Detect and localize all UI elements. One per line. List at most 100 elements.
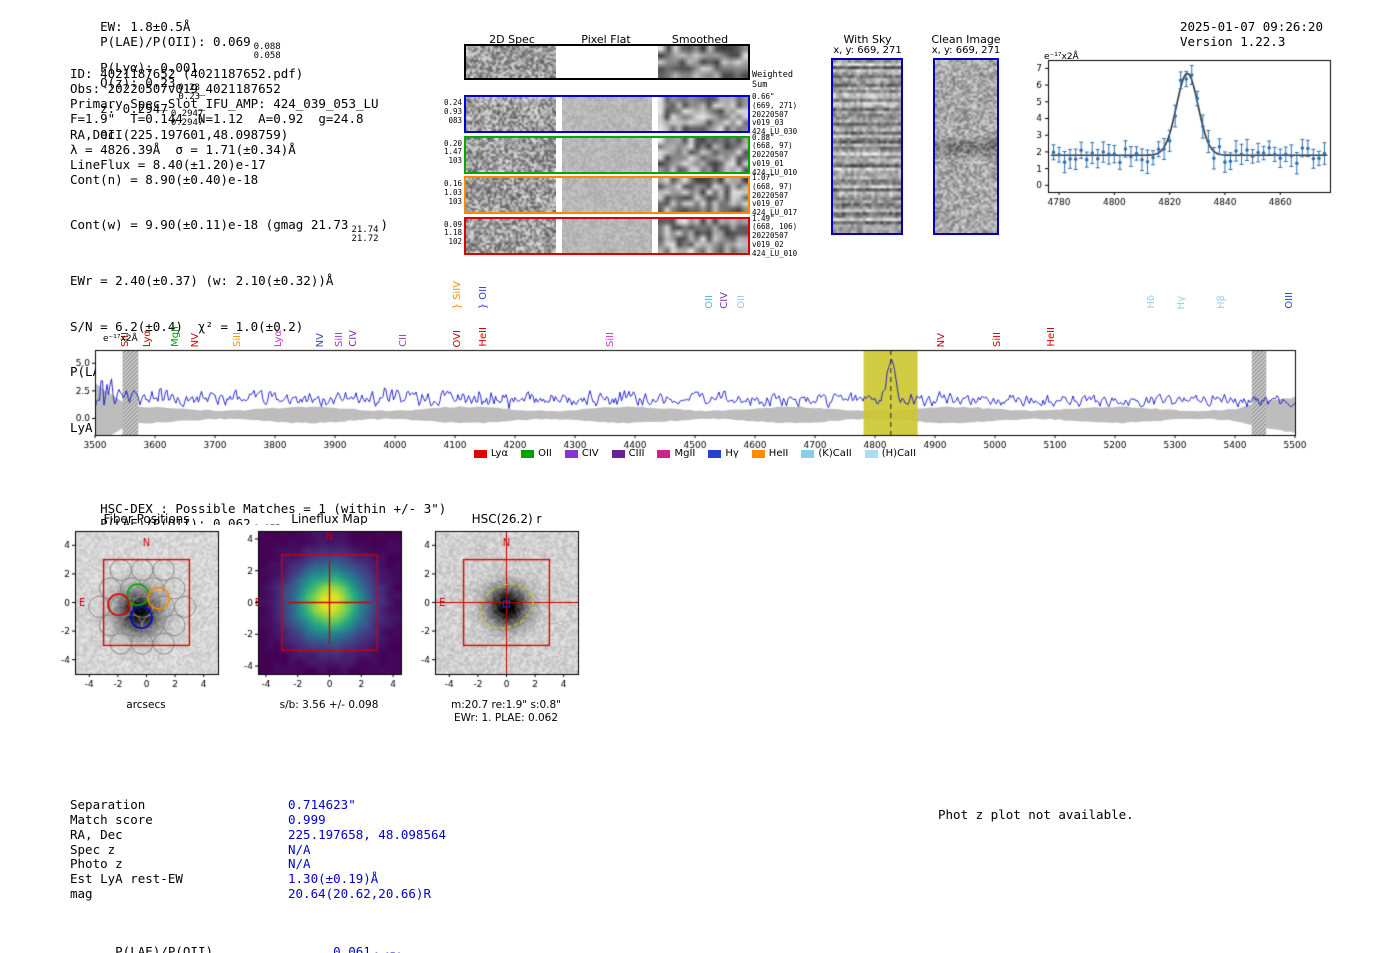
report-datetime: 2025-01-07 09:26:20 — [1180, 19, 1323, 34]
fiber-row-weights: 0.09 1.18 102 — [443, 219, 462, 247]
table-row-label: Spec z — [70, 841, 116, 857]
spectral-line-label: OII — [735, 295, 747, 309]
fiber-2dspec-image — [466, 178, 556, 212]
fiber-2dspec-image — [466, 218, 556, 253]
legend-label: OII — [538, 448, 552, 459]
legend-item: Lyα — [473, 448, 509, 459]
table-row: Match score 0.999 — [70, 812, 446, 828]
hsc-caption-2: EWr: 1. PLAE: 0.062 — [453, 712, 559, 724]
info-line: F=1.9" T=0.144 N=1.12 A=0.92 g=24.8 — [70, 111, 364, 127]
table-row-label: Est LyA rest-EW — [70, 870, 183, 886]
legend-swatch — [801, 449, 815, 458]
table-row-value: N/A — [288, 841, 311, 857]
info-line: LineFlux = 8.40(±1.20)e-17 — [70, 156, 266, 172]
fiber-pixelflat-image — [562, 218, 652, 253]
spectral-line-label: OIII — [1284, 292, 1296, 309]
table-row-value: 0.999 — [288, 812, 326, 828]
spectral-line-label: Hγ — [1176, 295, 1188, 309]
fiber-cutout-row — [464, 176, 750, 214]
legend-swatch — [473, 449, 487, 458]
lineflux-caption: s/b: 3.56 +/- 0.098 — [279, 699, 379, 711]
fiber-smoothed-image — [658, 97, 748, 131]
table-row-label: Match score — [70, 812, 153, 828]
hsc-image-title: HSC(26.2) r — [471, 512, 542, 526]
fiber-positions-plot — [45, 525, 225, 695]
fiber-2dspec-image — [466, 97, 556, 131]
hsc-image-plot — [405, 525, 585, 695]
table-row-value: 1.30(±0.19)Å — [288, 870, 379, 886]
legend-swatch — [751, 449, 765, 458]
info-line: ID: 4021187652 (4021187652.pdf) — [70, 66, 304, 82]
legend-swatch — [521, 449, 535, 458]
table-row: Est LyA rest-EW 1.30(±0.19)Å — [70, 870, 446, 887]
fullspec-plot — [60, 335, 1320, 453]
info-line: λ = 4826.39Å σ = 1.71(±0.34)Å — [70, 141, 296, 157]
spectral-line-label: CIV — [719, 292, 730, 309]
legend-label: (H)CaII — [881, 448, 917, 459]
table-row-value: 225.197658, 48.098564 — [288, 826, 447, 842]
fiber-row-annotation: 0.66" (669, 271) 20220507 v019_03 424_LU_030 — [752, 92, 798, 137]
fiber-row-weights: 0.24 0.93 083 — [443, 98, 462, 125]
legend-swatch — [611, 449, 625, 458]
weighted-pixelflat-image — [562, 46, 652, 78]
elixer-report-page: EW: 1.8±0.5Å P(LAE)/P(OII): 0.069 0.088 0.… — [0, 0, 1400, 953]
legend-item: OII — [521, 448, 552, 459]
legend-label: Lyα — [490, 448, 509, 459]
table-row-value: 20.64(20.62,20.66)R — [288, 885, 431, 901]
table-row: Photo z N/A — [70, 856, 446, 872]
legend-swatch — [708, 449, 722, 458]
legend-item: MgII — [657, 448, 695, 459]
ewr-line: EWr = 2.40(±0.37) (w: 2.10(±0.32))Å — [70, 273, 334, 289]
fiber-cutout-row — [464, 95, 750, 133]
table-row-plae: P(LAE)/P(OII) 0.0610.0740.051 — [70, 931, 446, 953]
weighted-sum-row — [464, 44, 750, 80]
legend-label: HeII — [768, 448, 789, 459]
legend-swatch — [564, 449, 578, 458]
hsc-caption-1: m:20.7 re:1.9" s:0.8" — [451, 699, 561, 711]
fiber-smoothed-image — [658, 178, 748, 212]
lineflux-map-plot — [228, 525, 408, 695]
legend-item: HeII — [751, 448, 789, 459]
catalog-match-table: Separation 0.714623" Match score 0.999 RA, D… — [70, 769, 446, 953]
plae-row-value: 0.0610.0740.051 — [333, 944, 371, 953]
spectral-line-label: Hδ — [1146, 295, 1158, 309]
fiber-row-annotation: 0.88" (668, 97) 20220507 v019_01 424_LU_010 — [752, 132, 798, 177]
fiber-row-annotation: 1.49" (668, 106) 20220507 v019_02 424_LU_010 — [752, 213, 798, 258]
spectral-line-label: } OII — [477, 285, 489, 309]
fiber-row-annotation: 1.07" (668, 97) 20220507 v019_07 424_LU_017 — [752, 173, 798, 218]
fiber-pixelflat-image — [562, 97, 652, 131]
plae-row-label: P(LAE)/P(OII) — [115, 944, 213, 953]
legend-label: Hγ — [725, 448, 739, 459]
fiber-2dspec-image — [466, 137, 556, 172]
table-row-label: Separation — [70, 797, 146, 813]
info-line: Primary Spec_Slot_IFU_AMP: 424_039_053_L… — [70, 96, 379, 112]
table-row-label: mag — [70, 885, 93, 901]
fiber-row-weights: 0.16 1.03 103 — [443, 179, 462, 206]
spectral-line-label: OII — [704, 295, 715, 309]
table-row-value: 0.714623" — [288, 797, 356, 813]
fiber-smoothed-image — [658, 137, 748, 172]
detection-info-lines: ID: 4021187652 (4021187652.pdf) Obs: 2022… — [70, 66, 388, 187]
legend-item: CIV — [564, 448, 599, 459]
table-row: RA, Dec 225.197658, 48.098564 — [70, 826, 447, 843]
legend-swatch — [864, 449, 878, 458]
legend-label: MgII — [674, 448, 696, 459]
table-row-label: Photo z — [70, 856, 123, 872]
fiber-cutout-row — [464, 135, 750, 174]
fiber-smoothed-image — [658, 218, 748, 253]
legend-label: (K)CaII — [818, 448, 852, 459]
weighted-smoothed-image — [658, 46, 748, 78]
fiber-cutout-row — [464, 216, 750, 255]
info-line: Obs: 20220507v019_4021187652 — [70, 81, 281, 97]
spectral-line-label: } SiIV — [452, 280, 463, 309]
contw-line: Cont(w) = 9.90(±0.11)e-18 (gmag 21.73 21.… — [70, 217, 389, 244]
photz-note: Phot z plot not available. — [938, 807, 1134, 822]
linefit-plot — [1010, 50, 1340, 220]
fiber-positions-title: Fiber Positions — [103, 512, 190, 526]
report-version: Version 1.22.3 — [1180, 34, 1286, 49]
legend-label: CIV — [581, 448, 599, 459]
clean-image — [933, 58, 999, 235]
table-row-value: N/A — [288, 856, 311, 872]
table-row: Spec z N/A — [70, 841, 446, 858]
ew-value: EW: 1.8±0.5Å — [100, 19, 191, 34]
